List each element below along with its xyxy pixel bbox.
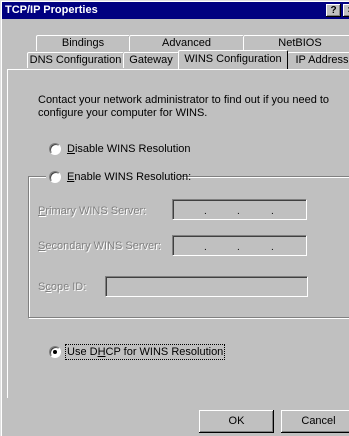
scope-id-field[interactable] bbox=[105, 276, 308, 297]
primary-wins-server-field[interactable]: . . . bbox=[172, 199, 307, 220]
window-title: TCP/IP Properties bbox=[5, 4, 98, 16]
ip-separator: . bbox=[237, 242, 240, 253]
tcpip-properties-dialog: TCP/IP Properties ? × Bindings Advanced … bbox=[0, 0, 349, 436]
ip-separator: . bbox=[237, 206, 240, 217]
enable-wins-label[interactable]: Enable WINS Resolution: bbox=[67, 171, 191, 183]
ip-separator: . bbox=[204, 242, 207, 253]
disable-wins-radio[interactable] bbox=[49, 143, 61, 155]
tab-netbios[interactable]: NetBIOS bbox=[243, 35, 349, 51]
title-bar[interactable]: TCP/IP Properties ? × bbox=[2, 2, 349, 19]
tab-dns-configuration[interactable]: DNS Configuration bbox=[27, 52, 124, 68]
tab-gateway[interactable]: Gateway bbox=[123, 52, 179, 68]
ip-separator: . bbox=[204, 206, 207, 217]
ip-separator: . bbox=[271, 206, 274, 217]
primary-wins-server-label: Primary WINS Server: bbox=[38, 205, 147, 217]
tab-ip-address[interactable]: IP Address bbox=[287, 52, 349, 68]
secondary-wins-server-label: Secondary WINS Server: bbox=[38, 240, 161, 252]
tab-label: NetBIOS bbox=[278, 37, 322, 49]
tab-label: DNS Configuration bbox=[29, 54, 122, 66]
use-dhcp-label[interactable]: Use DHCP for WINS Resolution bbox=[64, 344, 226, 360]
radio-selected-dot bbox=[53, 350, 57, 354]
tab-bindings[interactable]: Bindings bbox=[36, 35, 130, 51]
tab-label: Gateway bbox=[129, 54, 173, 66]
use-dhcp-radio[interactable] bbox=[49, 346, 61, 358]
tab-wins-configuration[interactable]: WINS Configuration bbox=[178, 50, 288, 69]
ok-button[interactable]: OK bbox=[199, 410, 274, 433]
tab-label: WINS Configuration bbox=[184, 53, 282, 65]
ip-separator: . bbox=[271, 242, 274, 253]
disable-wins-label[interactable]: Disable WINS Resolution bbox=[67, 143, 191, 155]
enable-wins-radio[interactable] bbox=[49, 171, 61, 183]
close-button[interactable]: × bbox=[343, 4, 349, 17]
tab-advanced[interactable]: Advanced bbox=[129, 35, 244, 51]
cancel-button[interactable]: Cancel bbox=[281, 410, 349, 433]
secondary-wins-server-field[interactable]: . . . bbox=[172, 235, 307, 256]
scope-id-label: Scope ID: bbox=[38, 281, 87, 293]
help-button[interactable]: ? bbox=[326, 4, 341, 17]
ok-label: OK bbox=[228, 415, 245, 427]
wins-description: Contact your network administrator to fi… bbox=[38, 94, 330, 119]
cancel-label: Cancel bbox=[301, 415, 336, 427]
tab-label: Advanced bbox=[162, 37, 211, 49]
help-icon: ? bbox=[330, 5, 337, 16]
tab-label: Bindings bbox=[61, 37, 105, 49]
tab-label: IP Address bbox=[295, 54, 349, 66]
